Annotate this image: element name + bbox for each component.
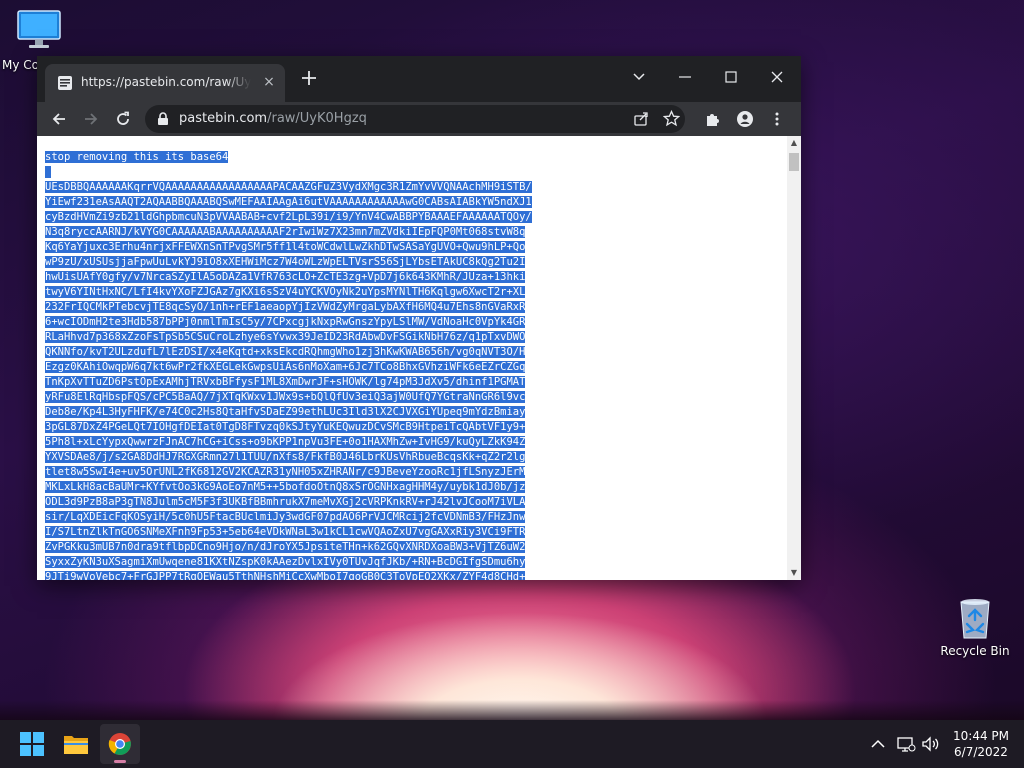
tab-search-button[interactable] <box>617 62 663 92</box>
avatar-icon <box>737 111 753 127</box>
scroll-up-icon[interactable]: ▲ <box>787 136 801 150</box>
forward-button[interactable] <box>79 107 103 131</box>
base64-line: YiEwf231eAsAAQT2AQAABBQAAABQSwMEFAAIAAgA… <box>45 196 532 208</box>
base64-line: hwUisUAfY0gfy/v7NrcaSZyIlA5oDAZa1VfR763c… <box>45 271 526 283</box>
network-icon[interactable] <box>896 734 916 754</box>
base64-line: TnKpXvTTuZD6PstOpExAMhjTRVxbBFfysF1ML8Xm… <box>45 376 526 388</box>
browser-window: https://pastebin.com/raw/UyK0H × <box>37 56 801 580</box>
base64-line: UEsDBBQAAAAAAKqrrVQAAAAAAAAAAAAAAAAAPACA… <box>45 181 532 193</box>
share-icon[interactable] <box>633 111 649 127</box>
monitor-icon <box>17 10 61 48</box>
paste-heading: stop removing this its base64 <box>45 151 229 163</box>
kebab-menu-icon <box>775 112 779 126</box>
url-path: /raw/UyK0Hgzq <box>267 111 367 126</box>
desktop-icon-label: My Co <box>2 58 39 72</box>
paste-text[interactable]: stop removing this its base64 UEsDBBQAAA… <box>45 150 532 580</box>
base64-line: YXVSDAe8/j/s2GA8DdHJ7RGXGRmn27l1TUU/nXfs… <box>45 451 526 463</box>
bookmark-star-icon[interactable] <box>663 110 680 127</box>
base64-line: RLaHhvd7p368xZzoFsTpSb5CSuCroLzhye6sYvwx… <box>45 331 526 343</box>
back-arrow-icon <box>52 113 65 125</box>
desktop-icon-label: Recycle Bin <box>940 644 1010 658</box>
system-clock[interactable]: 10:44 PM 6/7/2022 <box>946 728 1016 760</box>
blank-line <box>45 166 52 178</box>
scroll-down-icon[interactable]: ▼ <box>787 566 801 580</box>
minimize-icon <box>679 76 691 78</box>
forward-arrow-icon <box>85 113 98 125</box>
base64-line: N3q8ryccAARNJ/kVYG0CAAAAAABAAAAAAAAAAF2r… <box>45 226 526 238</box>
base64-line: 232FrIQCMkPTebcvjTE8qcSyO/1nh+rEF1aeaopY… <box>45 301 526 313</box>
wallpaper-shadow <box>0 700 1024 720</box>
close-window-button[interactable] <box>755 62 801 92</box>
base64-line: yRFu8ElRqHbspFQS/cPC5BaAQ/7jXTqKWxv1JWx9… <box>45 391 526 403</box>
base64-line: Ezgz0KAhiOwqpW6q7kt6wPr2fkXEGLekGwpsUiAs… <box>45 361 526 373</box>
title-bar: https://pastebin.com/raw/UyK0H × <box>37 56 801 102</box>
windows-logo-icon <box>20 732 44 756</box>
vertical-scrollbar[interactable]: ▲ ▼ <box>787 136 801 580</box>
tab-close-icon[interactable]: × <box>261 74 277 90</box>
base64-line: 6+wcIODmH2te3Hdb587bPPj0nmlTmIsC5y/7CPxc… <box>45 316 526 328</box>
chevron-down-icon <box>633 73 645 81</box>
tab-title: https://pastebin.com/raw/UyK0H <box>81 75 251 89</box>
clock-date: 6/7/2022 <box>954 745 1008 759</box>
base64-line: I/S7LtnZlkTnGO6SNMeXFnh9Fp53+5eb64eVDkWN… <box>45 526 526 538</box>
folder-icon <box>64 736 88 754</box>
puzzle-piece-icon <box>707 114 719 126</box>
address-bar[interactable]: pastebin.com/raw/UyK0Hgzq <box>145 105 685 133</box>
recycle-bin-icon <box>960 599 990 639</box>
back-button[interactable] <box>47 107 71 131</box>
new-tab-icon[interactable] <box>299 68 319 88</box>
reload-button[interactable] <box>111 107 135 131</box>
browser-toolbar: pastebin.com/raw/UyK0Hgzq <box>37 102 801 136</box>
base64-line: sir/LqXDEicFqKOSyiH/5c0hU5FtacBUclmiJy3w… <box>45 511 526 523</box>
base64-line: QKNNfo/kvT2ULzdufL7lEzDSI/x4eKqtd+xksEkc… <box>45 346 526 358</box>
browser-tab[interactable]: https://pastebin.com/raw/UyK0H × <box>45 64 285 102</box>
pastebin-favicon-icon <box>58 76 72 90</box>
url-text[interactable]: pastebin.com/raw/UyK0Hgzq <box>179 105 367 133</box>
desktop-icon-recycle-bin[interactable]: Recycle Bin <box>938 596 1012 658</box>
base64-line: Deb8e/Kp4L3HyFHFK/e74C0c2Hs8QtaHfvSDaEZ9… <box>45 406 526 418</box>
base64-line: SyxxZyKN3uXSagmiXmUwqene81KXtNZspK0kAAez… <box>45 556 526 568</box>
maximize-button[interactable] <box>709 62 755 92</box>
file-explorer-taskbar-button[interactable] <box>56 724 96 764</box>
scrollbar-thumb[interactable] <box>789 153 799 171</box>
reload-icon <box>117 111 129 125</box>
url-host: pastebin.com <box>179 111 268 126</box>
base64-line: MKLxLkH8acBaUMr+KYfvtOo3kG9AoEo7nM5++5bo… <box>45 481 526 493</box>
chevron-up-icon[interactable] <box>868 734 888 754</box>
base64-line: 3pGL87DxZ4PGeLQt7IOHgfDEIat0TgD8FTvzq0kS… <box>45 421 526 433</box>
base64-line: 5Ph8l+xLcYypxQwwrzFJnAC7hCG+iCss+o9bKPP1… <box>45 436 526 448</box>
browser-menu-button[interactable] <box>765 107 789 131</box>
chrome-icon <box>108 733 131 755</box>
close-icon <box>771 71 783 83</box>
start-button[interactable] <box>12 724 52 764</box>
taskbar: 10:44 PM 6/7/2022 <box>0 720 1024 768</box>
volume-icon[interactable] <box>920 734 940 754</box>
base64-line: twyV6YINtHxNC/LfI4kvYXoFZJGAz7gKXi6sSzV4… <box>45 286 526 298</box>
lock-icon[interactable] <box>157 112 169 126</box>
active-app-indicator <box>114 760 126 763</box>
clock-time: 10:44 PM <box>953 729 1009 743</box>
base64-line: ODL3d9PzB8aP3gTN8Julm5cM5F3f3UKBfBBmhruk… <box>45 496 526 508</box>
maximize-icon <box>725 71 737 83</box>
base64-line: 9JTi9wVoVebc7+FrGJPP7tRqOEWau5TthNHshMiC… <box>45 571 526 580</box>
page-content[interactable]: stop removing this its base64 UEsDBBQAAA… <box>37 136 787 580</box>
base64-line: tlet8w5SwI4e+uv5OrUNL2fK6812GV2KCAZR31yN… <box>45 466 526 478</box>
base64-line: Kq6YaYjuxc3Erhu4nrjxFFEWXnSnTPvgSMr5ff1l… <box>45 241 526 253</box>
chrome-taskbar-button[interactable] <box>100 724 140 764</box>
extensions-button[interactable] <box>701 107 725 131</box>
base64-line: ZvPGKku3mUB7n0dra9tflbpDCno9Hjo/n/dJroYX… <box>45 541 526 553</box>
base64-line: wP9zU/xUSUsjjaFpwUuLvkYJ9iO8xXEHWiMcz7W4… <box>45 256 526 268</box>
profile-button[interactable] <box>733 107 757 131</box>
minimize-button[interactable] <box>663 62 709 92</box>
base64-line: cyBzdHVmZi9zb21ldGhpbmcuN3pVVAABAB+cvf2L… <box>45 211 532 223</box>
